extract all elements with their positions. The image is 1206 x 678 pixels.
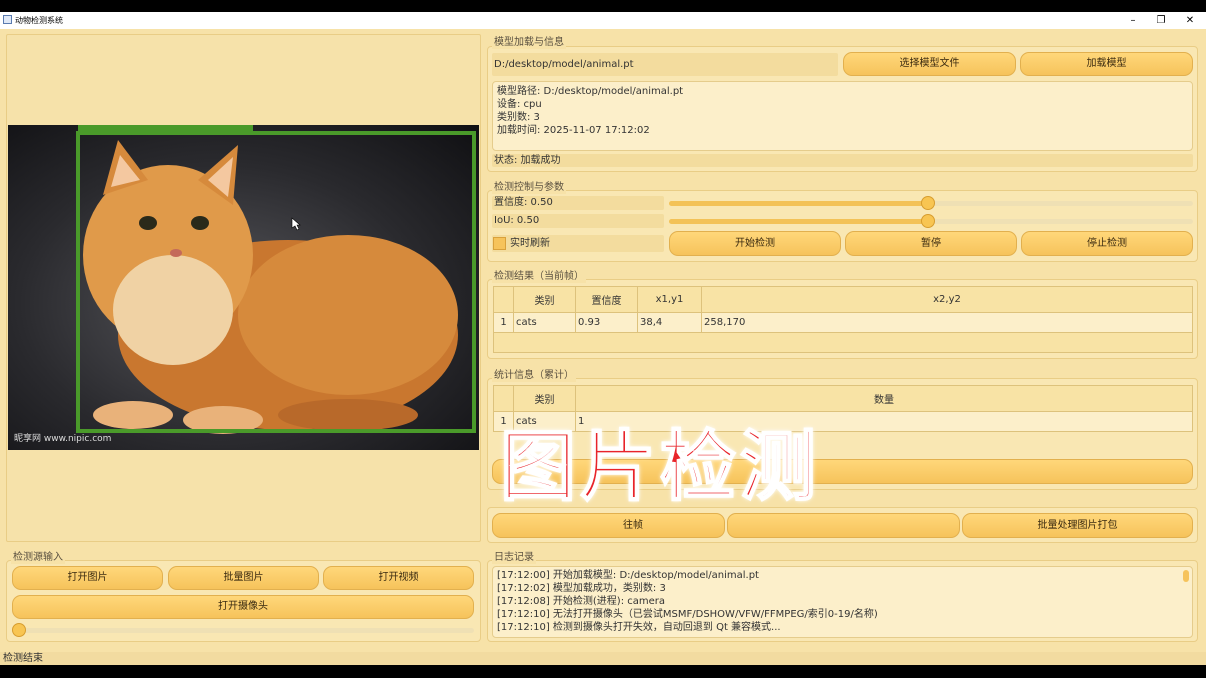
control-group-title: 检测控制与参数 bbox=[492, 182, 566, 194]
cell-xy2: 258,170 bbox=[701, 312, 1193, 333]
col-header[interactable]: 数量 bbox=[575, 385, 1193, 412]
choose-model-button[interactable]: 选择模型文件 bbox=[843, 52, 1016, 76]
open-image-button[interactable]: 打开图片 bbox=[12, 566, 163, 590]
col-header[interactable]: 置信度 bbox=[575, 286, 638, 313]
results-table[interactable]: 类别 置信度 x1,y1 x2,y2 1 cats 0.93 38,4 258,… bbox=[493, 286, 1193, 353]
table-row[interactable]: 1 cats 0.93 38,4 258,170 bbox=[493, 312, 1193, 333]
pause-button[interactable]: 暂停 bbox=[845, 231, 1017, 256]
model-info-line: 类别数: 3 bbox=[497, 112, 540, 123]
iou-handle[interactable] bbox=[921, 214, 935, 228]
confidence-label: 置信度: 0.50 bbox=[492, 196, 664, 210]
minimize-button[interactable]: – bbox=[1119, 13, 1147, 28]
log-box[interactable]: [17:12:00] 开始加载模型: D:/desktop/model/anim… bbox=[492, 566, 1193, 638]
title-bar: 动物检测系统 – ❐ ✕ bbox=[0, 12, 1206, 29]
source-progress-slider[interactable] bbox=[12, 623, 474, 637]
realtime-checkbox[interactable] bbox=[493, 236, 506, 250]
cell-class: cats bbox=[513, 312, 576, 333]
table-empty-area bbox=[493, 332, 1193, 353]
model-status: 状态: 加载成功 bbox=[492, 154, 1193, 167]
realtime-label: 实时刷新 bbox=[510, 238, 550, 249]
confidence-fill bbox=[669, 201, 931, 206]
stop-detection-button[interactable]: 停止检测 bbox=[1021, 231, 1193, 256]
model-info-line: 设备: cpu bbox=[497, 99, 542, 110]
stats-group-title: 统计信息（累计） bbox=[492, 370, 576, 382]
realtime-checkbox-row[interactable]: 实时刷新 bbox=[492, 235, 664, 252]
log-line: [17:12:10] 检测到摄像头打开失效，自动回退到 Qt 兼容模式... bbox=[497, 622, 781, 633]
corner-cell bbox=[493, 286, 514, 313]
log-line: [17:12:00] 开始加载模型: D:/desktop/model/anim… bbox=[497, 570, 759, 581]
status-bar: 检测结束 bbox=[0, 652, 1206, 665]
iou-fill bbox=[669, 219, 931, 224]
svg-text:昵享网 www.nipic.com: 昵享网 www.nipic.com bbox=[14, 432, 111, 444]
model-path-field[interactable]: D:/desktop/model/animal.pt bbox=[492, 53, 838, 76]
confidence-handle[interactable] bbox=[921, 196, 935, 210]
restore-button[interactable]: ❐ bbox=[1147, 13, 1175, 28]
close-button[interactable]: ✕ bbox=[1176, 13, 1204, 28]
iou-slider[interactable] bbox=[669, 214, 1193, 228]
results-group-title: 检测结果（当前帧） bbox=[492, 271, 586, 283]
start-detection-button[interactable]: 开始检测 bbox=[669, 231, 841, 256]
source-group-title: 检测源输入 bbox=[11, 552, 65, 564]
load-model-button[interactable]: 加载模型 bbox=[1020, 52, 1193, 76]
col-header[interactable]: 类别 bbox=[513, 286, 576, 313]
screen-bottom-bar bbox=[0, 665, 1206, 678]
log-line: [17:12:02] 模型加载成功，类别数: 3 bbox=[497, 583, 666, 594]
window-title: 动物检测系统 bbox=[15, 16, 63, 25]
model-info-line: 加载时间: 2025-11-07 17:12:02 bbox=[497, 125, 650, 136]
open-video-button[interactable]: 打开视频 bbox=[323, 566, 474, 590]
app-icon bbox=[3, 15, 12, 24]
progress-handle[interactable] bbox=[12, 623, 26, 637]
cat-illustration: 昵享网 www.nipic.com bbox=[14, 125, 476, 444]
detection-image: 昵享网 www.nipic.com bbox=[8, 125, 479, 450]
main-window: 昵享网 www.nipic.com 检测源输入 打开图片 批量图片 打开视频 打… bbox=[0, 29, 1206, 665]
log-line: [17:12:10] 无法打开摄像头（已尝试MSMF/DSHOW/VFW/FFM… bbox=[497, 609, 878, 620]
row-number: 1 bbox=[493, 312, 514, 333]
corner-cell bbox=[493, 385, 514, 412]
log-group-title: 日志记录 bbox=[492, 552, 536, 564]
cell-confidence: 0.93 bbox=[575, 312, 638, 333]
model-info-box: 模型路径: D:/desktop/model/animal.pt 设备: cpu… bbox=[492, 81, 1193, 151]
log-line: [17:12:08] 开始检测(进程): camera bbox=[497, 596, 666, 607]
batch-pack-button[interactable]: 批量处理图片打包 bbox=[962, 513, 1193, 538]
batch-images-button[interactable]: 批量图片 bbox=[168, 566, 319, 590]
screen-top-bar bbox=[0, 0, 1206, 12]
col-header[interactable]: 类别 bbox=[513, 385, 576, 412]
col-header[interactable]: x2,y2 bbox=[701, 286, 1193, 313]
overlay-caption: 图片检测 bbox=[499, 421, 820, 512]
log-scrollbar-thumb[interactable] bbox=[1183, 570, 1189, 582]
open-camera-button[interactable]: 打开摄像头 bbox=[12, 595, 474, 619]
confidence-slider[interactable] bbox=[669, 196, 1193, 210]
model-info-line: 模型路径: D:/desktop/model/animal.pt bbox=[497, 86, 684, 97]
cell-xy1: 38,4 bbox=[637, 312, 702, 333]
col-header[interactable]: x1,y1 bbox=[637, 286, 702, 313]
iou-label: IoU: 0.50 bbox=[492, 214, 664, 228]
model-group-title: 模型加载与信息 bbox=[492, 37, 566, 49]
